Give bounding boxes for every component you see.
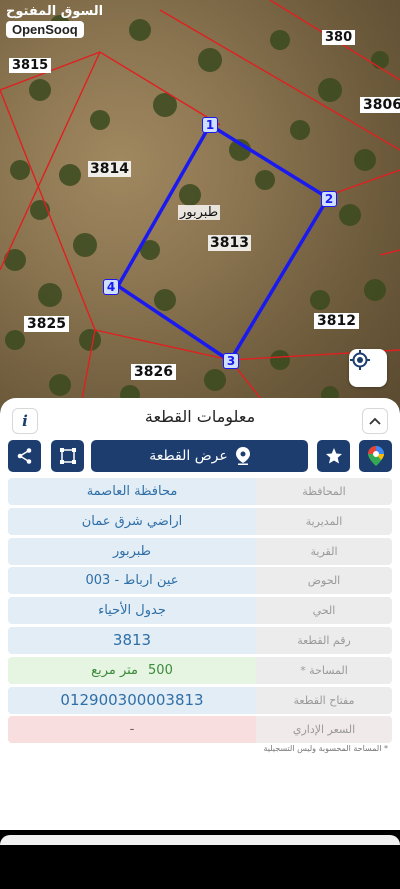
vector-square-icon xyxy=(59,448,76,464)
map-view[interactable]: 3815 3814 3806 3813 3825 3812 3826 380 ط… xyxy=(0,0,400,410)
parcel-label-3814: 3814 xyxy=(88,161,131,177)
vertex-marker-4[interactable]: 4 xyxy=(103,279,119,295)
row-village: طبربور القرية xyxy=(8,537,392,565)
parcel-label-3813: 3813 xyxy=(208,235,251,251)
view-parcel-label: عرض القطعة xyxy=(149,448,228,464)
locate-me-button[interactable] xyxy=(349,349,387,387)
row-neighborhood: جدول الأحياء الحي xyxy=(8,597,392,625)
parcel-key-label: مفتاح القطعة xyxy=(256,686,392,714)
parcel-label-3815: 3815 xyxy=(9,58,52,73)
vertex-marker-3[interactable]: 3 xyxy=(223,353,239,369)
neighborhood-label: الحي xyxy=(256,597,392,625)
measure-button[interactable] xyxy=(51,440,84,472)
row-parcel-number: 3813 رقم القطعة xyxy=(8,626,392,654)
share-button[interactable] xyxy=(8,440,41,472)
area-value: 500 xyxy=(148,662,173,678)
brand-logo: السوق المفتوح OpenSooq xyxy=(6,4,103,38)
view-parcel-button[interactable]: عرض القطعة xyxy=(91,440,308,472)
crosshair-icon xyxy=(350,350,370,370)
star-icon xyxy=(325,448,342,464)
parcel-label-3806: 3806 xyxy=(360,97,400,113)
parcel-number-value: 3813 xyxy=(8,626,256,654)
vertex-marker-2[interactable]: 2 xyxy=(321,191,337,207)
row-area: 500 متر مربع المساحة * xyxy=(8,656,392,684)
vertex-marker-1[interactable]: 1 xyxy=(202,117,218,133)
admin-price-value: - xyxy=(8,716,256,744)
parcel-label-380: 380 xyxy=(322,30,356,45)
row-directorate: اراضي شرق عمان المديرية xyxy=(8,507,392,535)
collapse-button[interactable] xyxy=(362,408,388,434)
share-icon xyxy=(17,448,31,464)
row-admin-price: - السعر الإداري xyxy=(8,716,392,744)
google-maps-icon xyxy=(367,446,384,466)
parcel-number-label: رقم القطعة xyxy=(256,626,392,654)
governorate-value: محافظة العاصمة xyxy=(8,478,256,505)
basin-value: عين ارباط - 003 xyxy=(8,567,256,595)
action-bar: عرض القطعة xyxy=(8,440,392,472)
sheet-header: i معلومات القطعة xyxy=(0,398,400,436)
governorate-label: المحافظة xyxy=(256,478,392,505)
chevron-up-icon xyxy=(369,417,381,425)
parcel-key-value: 012900300003813 xyxy=(8,686,256,714)
area-unit: متر مربع xyxy=(91,662,139,678)
area-value-cell: 500 متر مربع xyxy=(8,656,256,684)
brand-arabic: السوق المفتوح xyxy=(6,4,104,19)
village-label: القرية xyxy=(256,537,392,565)
row-basin: عين ارباط - 003 الحوض xyxy=(8,567,392,595)
parcel-info-table: محافظة العاصمة المحافظة اراضي شرق عمان ا… xyxy=(8,478,392,746)
area-label: المساحة * xyxy=(256,656,392,684)
parcel-info-sheet: i معلومات القطعة عرض القطعة محافظة العاص… xyxy=(0,398,400,830)
area-footnote: * المساحة المحسوبة وليس التسجيلية xyxy=(263,744,388,753)
directorate-value: اراضي شرق عمان xyxy=(8,507,256,535)
parcel-label-3812: 3812 xyxy=(314,313,359,329)
favorite-button[interactable] xyxy=(317,440,350,472)
row-parcel-key: 012900300003813 مفتاح القطعة xyxy=(8,686,392,714)
bottom-sheet-edge xyxy=(0,835,400,845)
admin-price-label: السعر الإداري xyxy=(256,716,392,744)
area-name-label: طبربور xyxy=(178,205,221,220)
google-maps-button[interactable] xyxy=(359,440,392,472)
parcel-label-3826: 3826 xyxy=(131,364,176,380)
location-pin-icon xyxy=(235,447,250,465)
row-governorate: محافظة العاصمة المحافظة xyxy=(8,478,392,505)
brand-latin: OpenSooq xyxy=(6,21,84,38)
sheet-title: معلومات القطعة xyxy=(144,407,256,426)
parcel-label-3825: 3825 xyxy=(24,316,69,332)
directorate-label: المديرية xyxy=(256,507,392,535)
village-value: طبربور xyxy=(8,537,256,565)
neighborhood-value: جدول الأحياء xyxy=(8,597,256,625)
basin-label: الحوض xyxy=(256,567,392,595)
